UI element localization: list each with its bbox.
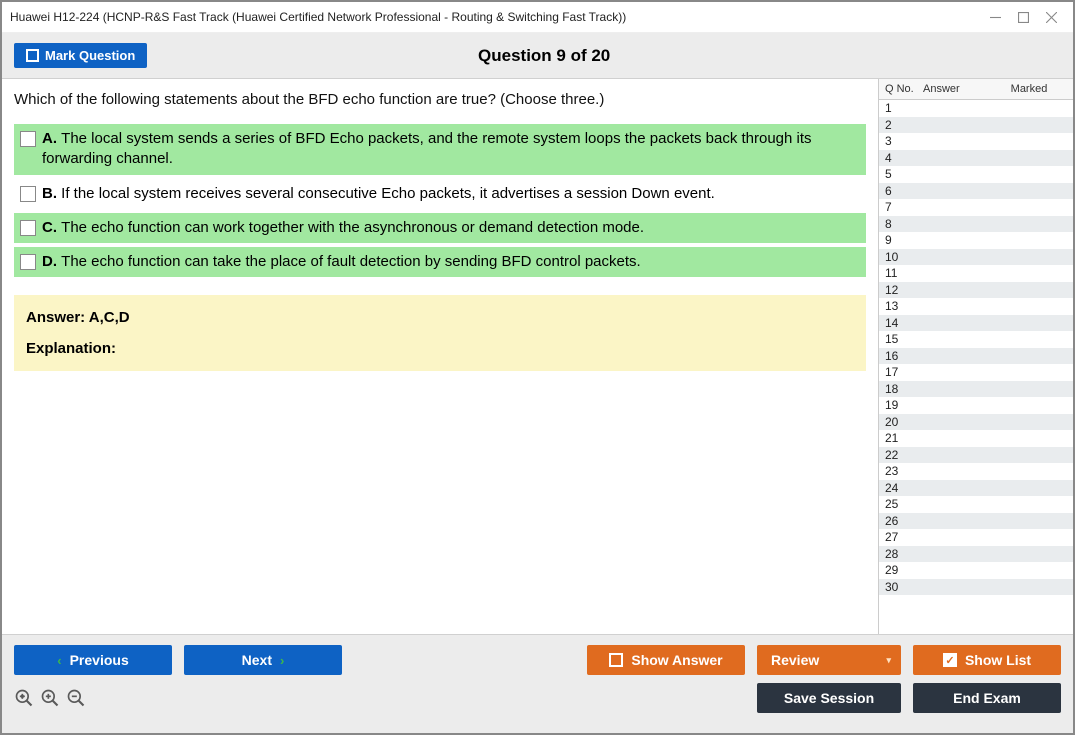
zoom-in-icon[interactable] xyxy=(40,688,60,708)
option-text: B. If the local system receives several … xyxy=(42,184,860,204)
list-row[interactable]: 20 xyxy=(879,414,1073,431)
list-row[interactable]: 14 xyxy=(879,315,1073,332)
review-label: Review xyxy=(771,652,819,668)
header-marked: Marked xyxy=(991,83,1067,95)
titlebar: Huawei H12-224 (HCNP-R&S Fast Track (Hua… xyxy=(2,2,1073,33)
option-row[interactable]: C. The echo function can work together w… xyxy=(14,213,866,243)
option-checkbox[interactable] xyxy=(20,131,36,147)
minimize-button[interactable] xyxy=(981,6,1009,28)
options-list: A. The local system sends a series of BF… xyxy=(14,124,866,277)
list-row[interactable]: 30 xyxy=(879,579,1073,596)
list-row[interactable]: 22 xyxy=(879,447,1073,464)
option-checkbox[interactable] xyxy=(20,254,36,270)
option-row[interactable]: D. The echo function can take the place … xyxy=(14,247,866,277)
window-title: Huawei H12-224 (HCNP-R&S Fast Track (Hua… xyxy=(10,10,981,24)
footer: ‹ Previous Next › Show Answer Review ▾ ✓… xyxy=(2,634,1073,733)
app-window: Huawei H12-224 (HCNP-R&S Fast Track (Hua… xyxy=(0,0,1075,735)
explanation-label: Explanation: xyxy=(26,340,854,357)
list-row[interactable]: 23 xyxy=(879,463,1073,480)
list-row[interactable]: 4 xyxy=(879,150,1073,167)
list-row[interactable]: 26 xyxy=(879,513,1073,530)
list-row[interactable]: 10 xyxy=(879,249,1073,266)
chevron-right-icon: › xyxy=(280,653,284,668)
caret-down-icon: ▾ xyxy=(886,655,891,666)
list-header: Q No. Answer Marked xyxy=(879,79,1073,100)
list-row[interactable]: 9 xyxy=(879,232,1073,249)
show-list-label: Show List xyxy=(965,652,1031,668)
option-row[interactable]: B. If the local system receives several … xyxy=(14,179,866,209)
body: Which of the following statements about … xyxy=(2,79,1073,634)
save-session-label: Save Session xyxy=(784,690,874,706)
question-list-panel: Q No. Answer Marked 12345678910111213141… xyxy=(878,79,1073,634)
close-button[interactable] xyxy=(1037,6,1065,28)
next-label: Next xyxy=(242,652,272,668)
review-button[interactable]: Review ▾ xyxy=(757,645,901,675)
list-row[interactable]: 8 xyxy=(879,216,1073,233)
list-row[interactable]: 3 xyxy=(879,133,1073,150)
option-checkbox[interactable] xyxy=(20,220,36,236)
option-row[interactable]: A. The local system sends a series of BF… xyxy=(14,124,866,175)
list-row[interactable]: 2 xyxy=(879,117,1073,134)
list-row[interactable]: 27 xyxy=(879,529,1073,546)
question-list[interactable]: 1234567891011121314151617181920212223242… xyxy=(879,100,1073,634)
list-row[interactable]: 5 xyxy=(879,166,1073,183)
zoom-controls xyxy=(14,688,86,708)
list-row[interactable]: 15 xyxy=(879,331,1073,348)
question-counter: Question 9 of 20 xyxy=(27,46,1061,66)
previous-label: Previous xyxy=(70,652,129,668)
list-row[interactable]: 6 xyxy=(879,183,1073,200)
option-checkbox[interactable] xyxy=(20,186,36,202)
maximize-button[interactable] xyxy=(1009,6,1037,28)
list-row[interactable]: 16 xyxy=(879,348,1073,365)
list-row[interactable]: 1 xyxy=(879,100,1073,117)
list-row[interactable]: 13 xyxy=(879,298,1073,315)
checkbox-icon xyxy=(609,653,623,667)
next-button[interactable]: Next › xyxy=(184,645,342,675)
show-answer-label: Show Answer xyxy=(631,652,722,668)
header-qno: Q No. xyxy=(885,83,923,95)
list-row[interactable]: 29 xyxy=(879,562,1073,579)
list-row[interactable]: 7 xyxy=(879,199,1073,216)
zoom-out-icon[interactable] xyxy=(66,688,86,708)
header-answer: Answer xyxy=(923,83,991,95)
save-session-button[interactable]: Save Session xyxy=(757,683,901,713)
option-text: C. The echo function can work together w… xyxy=(42,218,860,238)
list-row[interactable]: 28 xyxy=(879,546,1073,563)
chevron-left-icon: ‹ xyxy=(57,653,61,668)
question-text: Which of the following statements about … xyxy=(14,91,866,108)
list-row[interactable]: 24 xyxy=(879,480,1073,497)
list-row[interactable]: 11 xyxy=(879,265,1073,282)
header-bar: Mark Question Question 9 of 20 xyxy=(2,33,1073,79)
question-pane: Which of the following statements about … xyxy=(2,79,878,634)
list-row[interactable]: 25 xyxy=(879,496,1073,513)
checkbox-checked-icon: ✓ xyxy=(943,653,957,667)
show-answer-button[interactable]: Show Answer xyxy=(587,645,745,675)
answer-line: Answer: A,C,D xyxy=(26,309,854,326)
list-row[interactable]: 12 xyxy=(879,282,1073,299)
end-exam-label: End Exam xyxy=(953,690,1021,706)
answer-panel: Answer: A,C,D Explanation: xyxy=(14,295,866,371)
list-row[interactable]: 19 xyxy=(879,397,1073,414)
list-row[interactable]: 18 xyxy=(879,381,1073,398)
list-row[interactable]: 21 xyxy=(879,430,1073,447)
show-list-button[interactable]: ✓ Show List xyxy=(913,645,1061,675)
option-text: A. The local system sends a series of BF… xyxy=(42,129,860,170)
option-text: D. The echo function can take the place … xyxy=(42,252,860,272)
end-exam-button[interactable]: End Exam xyxy=(913,683,1061,713)
zoom-reset-icon[interactable] xyxy=(14,688,34,708)
list-row[interactable]: 17 xyxy=(879,364,1073,381)
previous-button[interactable]: ‹ Previous xyxy=(14,645,172,675)
